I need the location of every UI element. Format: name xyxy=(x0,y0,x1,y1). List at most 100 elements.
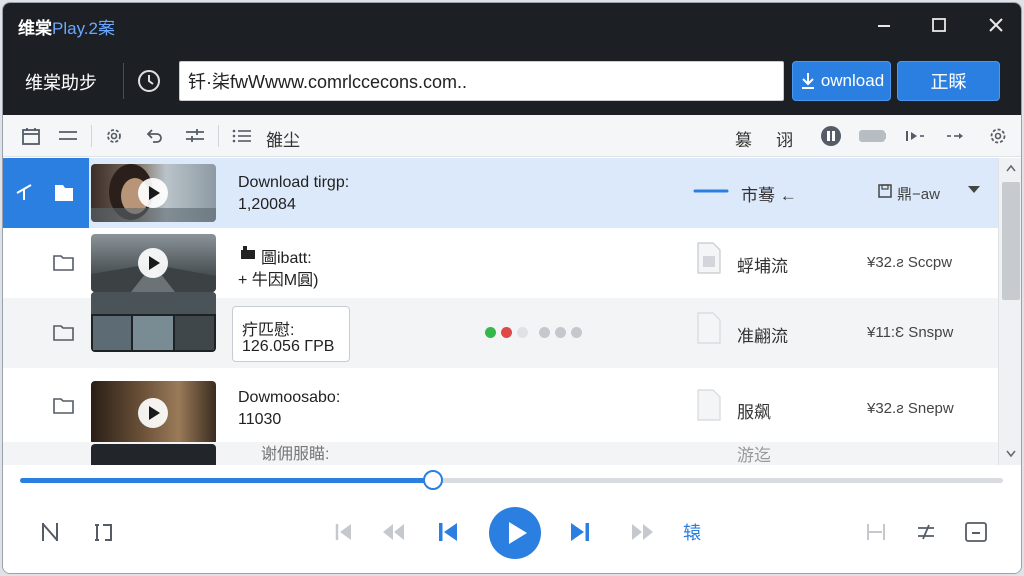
next-button[interactable] xyxy=(567,519,593,545)
rewind-button[interactable] xyxy=(379,519,407,545)
skip-to-end-button[interactable] xyxy=(863,519,889,545)
start-button[interactable]: 正睬 xyxy=(897,61,1000,101)
video-thumbnail[interactable] xyxy=(91,234,216,292)
row-speed: ¥32.ƨ Sccpw xyxy=(867,254,953,271)
status-dot xyxy=(517,327,528,338)
player-controls: 辕 xyxy=(3,495,1021,573)
settings-button[interactable] xyxy=(102,124,126,148)
folder-icon[interactable] xyxy=(53,322,75,342)
download-row[interactable]: Download tirgp: 1,20084 市蓦 ← 鼎−aw xyxy=(3,158,998,228)
close-icon xyxy=(989,18,1003,32)
previous-icon xyxy=(439,523,457,541)
row-selected-icons xyxy=(16,184,73,201)
progress-mini-icon xyxy=(693,189,729,193)
video-thumbnail[interactable] xyxy=(91,164,216,222)
toolbar-right-label-2[interactable]: 诩 xyxy=(776,126,793,151)
next-icon xyxy=(571,523,589,541)
download-button-label: ownload xyxy=(820,71,885,90)
history-button[interactable] xyxy=(136,68,162,94)
previous-button[interactable] xyxy=(435,519,461,545)
status-dot xyxy=(555,327,566,338)
minimize-player-button[interactable] xyxy=(963,519,989,545)
undo-icon xyxy=(146,129,162,143)
skip-to-start-button[interactable] xyxy=(331,519,357,545)
size-box: 疔匹慰: 126.056 ΓΡΒ xyxy=(232,306,350,362)
trim-icon xyxy=(42,523,58,541)
download-row[interactable]: 疔匹慰: 126.056 ΓΡΒ 准翩流 ¥11:Ɛ Snspw xyxy=(3,292,998,368)
scrollbar-thumb[interactable] xyxy=(1002,182,1020,300)
fast-forward-icon xyxy=(632,524,653,540)
play-icon[interactable] xyxy=(138,248,168,278)
list-view-button[interactable] xyxy=(56,124,80,148)
trim-start-button[interactable] xyxy=(37,517,65,547)
scroll-down-icon[interactable] xyxy=(1006,450,1016,458)
calendar-icon xyxy=(22,128,40,145)
download-row[interactable]: 谢佣服瞄: 游迄 xyxy=(3,442,998,465)
video-thumbnail[interactable] xyxy=(91,292,216,352)
equalizer-button[interactable] xyxy=(913,519,939,545)
download-icon xyxy=(801,73,814,89)
pause-circle-icon xyxy=(821,126,841,146)
status-dot-green xyxy=(485,327,496,338)
bullet-list-button[interactable] xyxy=(230,124,254,148)
download-row[interactable]: Dowmoosabo: 11030 服飙 ¥32.ƨ Snepw xyxy=(3,371,998,445)
row-title: Download tirgp: xyxy=(238,174,350,191)
toolbar: 雒尘 篡 诩 xyxy=(3,115,1021,157)
save-icon xyxy=(878,184,892,198)
maximize-button[interactable] xyxy=(924,11,954,39)
scroll-up-icon[interactable] xyxy=(1006,164,1016,172)
download-row[interactable]: 圖ibatt: + 牛因M圓) 蜉埔流 ¥32.ƨ Sccpw xyxy=(3,228,998,298)
fast-forward-button[interactable] xyxy=(629,519,657,545)
minimize-button[interactable] xyxy=(869,11,899,39)
skip-to-start-icon xyxy=(335,524,351,540)
status-dot-red xyxy=(501,327,512,338)
divider xyxy=(123,63,124,99)
toolbar-list-label[interactable]: 雒尘 xyxy=(266,126,300,151)
app-title-version: Play.2案 xyxy=(52,19,115,38)
toolbar-right-label-1[interactable]: 篡 xyxy=(735,126,752,151)
video-thumbnail[interactable] xyxy=(91,444,216,465)
row-name: 蜉埔流 xyxy=(737,257,788,276)
video-thumbnail[interactable] xyxy=(91,381,216,445)
calendar-button[interactable] xyxy=(19,124,43,148)
filter-button[interactable] xyxy=(183,124,207,148)
bullet-list-icon xyxy=(232,129,251,143)
undo-button[interactable] xyxy=(142,124,166,148)
preferences-button[interactable] xyxy=(986,124,1010,148)
chevron-down-icon[interactable] xyxy=(967,185,981,195)
row-size: 126.056 ΓΡΒ xyxy=(242,338,335,355)
title-bar: 维棠Play.2案 xyxy=(3,3,1021,47)
row-title: 谢佣服瞄: xyxy=(261,446,330,463)
status-dot xyxy=(571,327,582,338)
pause-all-button[interactable] xyxy=(819,124,843,148)
crop-button[interactable] xyxy=(89,517,117,547)
row-name: 服飙 xyxy=(737,403,771,422)
row-speed: ¥32.ƨ Snepw xyxy=(867,400,954,417)
play-button[interactable] xyxy=(489,507,541,559)
toggle-button[interactable] xyxy=(858,124,888,148)
url-input[interactable] xyxy=(179,61,784,101)
seek-handle[interactable] xyxy=(422,470,443,490)
skip-button[interactable] xyxy=(903,124,927,148)
seek-slider[interactable] xyxy=(20,470,1003,490)
app-title: 维棠Play.2案 xyxy=(18,14,115,39)
folder-icon[interactable] xyxy=(53,395,75,415)
row-selection-indicator xyxy=(3,158,89,228)
maximize-icon xyxy=(932,18,946,32)
play-icon[interactable] xyxy=(138,178,168,208)
play-icon[interactable] xyxy=(138,398,168,428)
skip-icon xyxy=(906,131,924,141)
seek-progress xyxy=(20,478,433,483)
folder-icon[interactable] xyxy=(53,252,75,272)
file-icon xyxy=(697,389,721,421)
download-button[interactable]: ownload xyxy=(792,61,891,101)
close-button[interactable] xyxy=(981,11,1011,39)
arrow-button[interactable] xyxy=(944,124,968,148)
gear-icon xyxy=(990,128,1006,144)
divider xyxy=(218,125,219,147)
app-window: 维棠Play.2案 维棠助步 ownload 正睬 xyxy=(2,2,1022,574)
speed-button[interactable]: 辕 xyxy=(679,519,705,545)
row-name: 游迄 xyxy=(737,446,771,465)
file-icon xyxy=(697,242,721,274)
vertical-scrollbar[interactable] xyxy=(998,158,1021,465)
